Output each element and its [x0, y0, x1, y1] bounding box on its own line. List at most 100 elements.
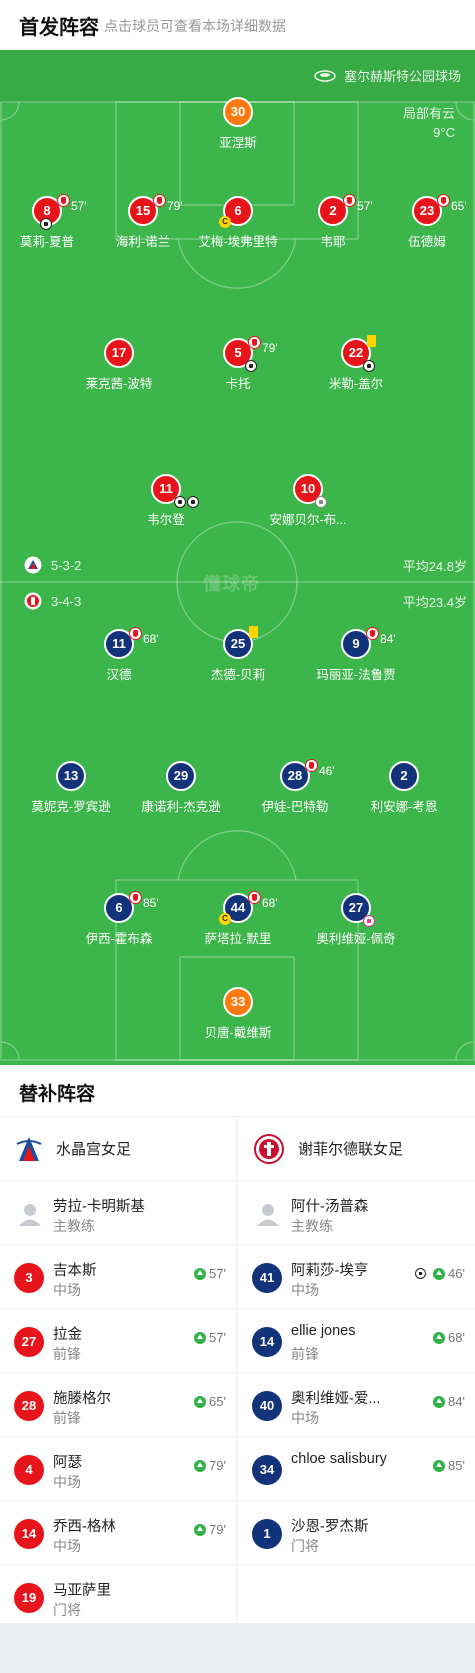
sub-in-time: 79'	[194, 1522, 226, 1537]
player-number: 33	[230, 994, 246, 1009]
sub-position: 前锋	[291, 1346, 319, 1362]
sub-minute: 68'	[448, 1330, 465, 1345]
sub-number: 27	[14, 1327, 44, 1357]
sub-in-time: 79'	[194, 1458, 226, 1473]
sub-out-icon	[153, 194, 166, 207]
coach-avatar-icon	[19, 1204, 41, 1226]
away-player-11[interactable]: 11 68' 汉德	[59, 627, 179, 683]
away-sub-row-14[interactable]: 14 ellie jones 前锋 68'	[238, 1309, 475, 1373]
sub-out-icon	[57, 194, 70, 207]
sub-in-arrow-icon	[194, 1459, 207, 1472]
home-player-22[interactable]: 22 米勒-盖尔	[296, 335, 416, 392]
home-sub-row-3[interactable]: 3 吉本斯 中场 57'	[0, 1245, 236, 1309]
home-player-17[interactable]: 17 莱克茜-波特	[59, 338, 179, 392]
coach-name: 劳拉-卡明斯基	[53, 1199, 145, 1215]
sub-in-time: 84'	[433, 1394, 465, 1409]
home-player-11[interactable]: 11 韦尔登	[106, 474, 226, 528]
sub-number: 19	[14, 1583, 44, 1613]
away-team-name: 谢菲尔德联女足	[298, 1141, 404, 1158]
player-number: 2	[400, 768, 408, 783]
home-team-name: 水晶宫女足	[56, 1141, 132, 1158]
home-player-30[interactable]: 30 亚涅斯	[178, 97, 298, 151]
captain-icon: C	[219, 913, 231, 925]
sub-name: ellie jones	[291, 1323, 356, 1339]
goal-ball-icon	[187, 496, 199, 508]
sub-in-time: 85'	[433, 1458, 465, 1473]
away-player-13[interactable]: 13 莫妮克-罗宾逊	[11, 761, 131, 815]
away-player-25[interactable]: 25 杰德-贝莉	[178, 626, 298, 683]
sub-number: 28	[14, 1391, 44, 1421]
sub-in-time: 57'	[194, 1330, 226, 1345]
away-sub-row-1[interactable]: 1 沙恩-罗杰斯 门将	[238, 1501, 475, 1565]
player-number: 28	[287, 768, 303, 783]
away-formation-text: 3-4-3	[51, 593, 82, 609]
sub-number: 14	[252, 1327, 282, 1357]
home-player-10[interactable]: 10 安娜贝尔-布...	[248, 474, 368, 528]
weather-temp: 9°C	[433, 125, 455, 140]
away-player-28[interactable]: 28 46' 伊娃-巴特勒	[235, 759, 355, 815]
away-player-27[interactable]: 27 奥利维娅-佩奇	[296, 893, 416, 947]
player-number: 10	[300, 481, 316, 496]
sub-number: 1	[252, 1519, 282, 1549]
away-player-2[interactable]: 2 利安娜-考恩	[344, 761, 464, 815]
away-player-29[interactable]: 29 康诺利-杰克逊	[121, 761, 241, 815]
player-name: 萨塔拉-默里	[204, 932, 272, 946]
sub-minute: 46'	[448, 1266, 465, 1281]
player-number: 23	[419, 203, 435, 218]
player-number-disc: 30	[223, 97, 253, 127]
player-number: 29	[173, 768, 189, 783]
player-number: 6	[115, 900, 123, 915]
home-badge-icon	[24, 556, 42, 574]
home-coach-row[interactable]: 劳拉-卡明斯基 主教练	[0, 1181, 236, 1245]
sub-in-arrow-icon	[194, 1523, 207, 1536]
sub-out-icon	[366, 627, 379, 640]
player-number: 9	[352, 636, 360, 651]
away-sub-row-34[interactable]: 34 chloe salisbury 85'	[238, 1437, 475, 1501]
away-coach-row[interactable]: 阿什-汤普森 主教练	[238, 1181, 475, 1245]
sub-position: 门将	[291, 1538, 319, 1554]
home-sub-row-19[interactable]: 19 马亚萨里 门将	[0, 1565, 236, 1629]
away-player-44[interactable]: 44 68' C 萨塔拉-默里	[178, 891, 298, 947]
sub-minute: 84'	[380, 632, 396, 646]
sub-minute: 85'	[448, 1458, 465, 1473]
away-team-row[interactable]: 谢菲尔德联女足	[238, 1117, 475, 1181]
sub-position: 中场	[53, 1538, 81, 1554]
coach-role: 主教练	[291, 1218, 333, 1234]
goal-ball-icon	[245, 360, 257, 372]
player-name: 贝唐-戴维斯	[204, 1026, 272, 1040]
yellow-card-icon	[249, 626, 258, 638]
away-sub-row-41[interactable]: 41 阿莉莎-埃亨 中场 46'	[238, 1245, 475, 1309]
sub-position: 前锋	[53, 1346, 81, 1362]
away-subs-column: 谢菲尔德联女足 阿什-汤普森 主教练 41 阿莉莎-埃亨 中场 46' 14 e…	[238, 1117, 475, 1623]
sub-number: 40	[252, 1391, 282, 1421]
home-team-row[interactable]: 水晶宫女足	[0, 1117, 236, 1181]
sub-in-time: 65'	[194, 1394, 226, 1409]
away-avg-age: 平均23.4岁	[402, 595, 467, 610]
sub-name: 沙恩-罗杰斯	[291, 1519, 369, 1535]
page-subtitle: 点击球员可查看本场详细数据	[104, 18, 286, 34]
player-name: 汉德	[106, 668, 132, 682]
home-sub-row-4[interactable]: 4 阿瑟 中场 79'	[0, 1437, 236, 1501]
player-number: 30	[230, 104, 246, 119]
weather-desc: 局部有云	[402, 106, 455, 121]
sub-in-arrow-icon	[433, 1395, 446, 1408]
page-title: 首发阵容	[19, 17, 99, 39]
player-name: 亚涅斯	[219, 136, 257, 150]
home-sub-row-27[interactable]: 27 拉金 前锋 57'	[0, 1309, 236, 1373]
sub-name: chloe salisbury	[291, 1451, 387, 1467]
home-player-5[interactable]: 5 79' 卡托	[178, 336, 298, 392]
player-number: 8	[43, 203, 51, 218]
away-sub-row-40[interactable]: 40 奥利维娅-爱... 中场 84'	[238, 1373, 475, 1437]
away-player-33[interactable]: 33 贝唐-戴维斯	[178, 987, 298, 1041]
home-player-23[interactable]: 23 65' 伍德姆	[367, 194, 475, 250]
home-sub-row-14[interactable]: 14 乔西-格林 中场 79'	[0, 1501, 236, 1565]
away-player-9[interactable]: 9 84' 玛丽亚-法鲁贾	[296, 627, 416, 683]
sub-minute: 68'	[262, 896, 278, 910]
player-name: 玛丽亚-法鲁贾	[316, 668, 396, 682]
away-player-6[interactable]: 6 85' 伊西-霍布森	[59, 891, 179, 947]
player-name: 伍德姆	[408, 235, 446, 249]
player-number: 17	[111, 345, 127, 360]
home-sub-row-28[interactable]: 28 施滕格尔 前锋 65'	[0, 1373, 236, 1437]
sub-name: 吉本斯	[53, 1263, 97, 1279]
sub-position: 中场	[53, 1474, 81, 1490]
